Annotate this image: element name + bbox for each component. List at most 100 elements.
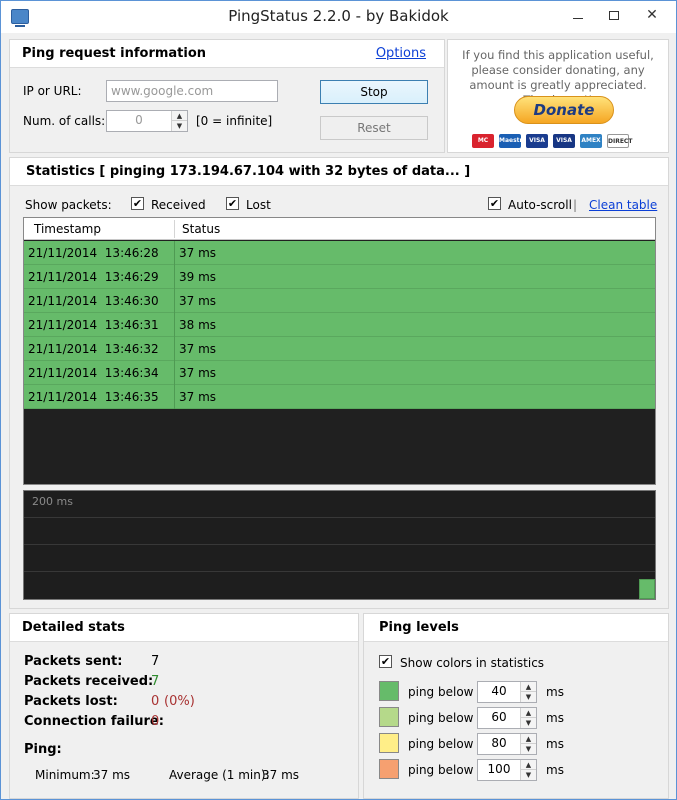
direct-debit-icon: DIRECT — [607, 134, 632, 148]
level-unit: ms — [546, 711, 564, 725]
packets-lost-label: Packets lost: — [24, 694, 118, 709]
packets-received-value: 7 — [151, 674, 160, 689]
row-status: 37 ms — [179, 366, 217, 380]
ip-input[interactable]: www.google.com — [106, 80, 278, 102]
level-value: 60 — [491, 710, 507, 724]
level-value: 100 — [487, 762, 511, 776]
graph-scale-label: 200 ms — [32, 495, 73, 508]
packets-lost-value: 0 — [151, 694, 160, 709]
table-row[interactable]: 21/11/2014 13:46:28 37 ms — [24, 241, 655, 265]
ping-average-label: Average (1 min): — [169, 768, 270, 782]
stop-button[interactable]: Stop — [320, 80, 428, 104]
row-status: 37 ms — [179, 390, 217, 404]
maximize-icon — [609, 10, 619, 20]
level-stepper[interactable]: 100 ▲ ▼ — [477, 759, 537, 781]
graph-bar — [639, 579, 655, 599]
level-stepper[interactable]: 80 ▲ ▼ — [477, 733, 537, 755]
level-below-label: ping below — [408, 685, 474, 699]
ping-request-header: Ping request information Options — [10, 40, 444, 68]
level-stepper[interactable]: 40 ▲ ▼ — [477, 681, 537, 703]
row-separator — [174, 361, 175, 385]
packets-table[interactable]: Timestamp Status 21/11/2014 13:46:28 37 … — [23, 217, 656, 485]
show-colors-checkbox[interactable]: ✔ — [379, 655, 392, 668]
row-separator — [174, 289, 175, 313]
level-value: 40 — [491, 684, 507, 698]
reset-button[interactable]: Reset — [320, 116, 428, 140]
table-row[interactable]: 21/11/2014 13:46:32 37 ms — [24, 337, 655, 361]
calls-value: 0 — [135, 113, 143, 127]
chevron-down-icon[interactable]: ▼ — [521, 718, 536, 728]
close-button[interactable]: ✕ — [629, 1, 675, 29]
options-link[interactable]: Options — [376, 46, 426, 61]
statistics-title: Statistics [ pinging 173.194.67.104 with… — [26, 164, 471, 179]
row-status: 37 ms — [179, 246, 217, 260]
table-row[interactable]: 21/11/2014 13:46:30 37 ms — [24, 289, 655, 313]
level-color-swatch[interactable] — [379, 707, 399, 727]
autoscroll-checkbox[interactable]: ✔ — [488, 197, 501, 210]
chevron-up-icon[interactable]: ▲ — [521, 682, 536, 692]
check-icon: ✔ — [380, 655, 391, 668]
donate-button[interactable]: Donate — [514, 96, 614, 124]
calls-arrows[interactable]: ▲ ▼ — [171, 111, 187, 131]
check-icon: ✔ — [227, 197, 238, 210]
level-stepper[interactable]: 60 ▲ ▼ — [477, 707, 537, 729]
clean-table-link[interactable]: Clean table — [589, 198, 657, 212]
received-checkbox[interactable]: ✔ — [131, 197, 144, 210]
row-timestamp: 21/11/2014 13:46:31 — [28, 318, 159, 332]
level-arrows[interactable]: ▲ ▼ — [520, 734, 536, 754]
table-row[interactable]: 21/11/2014 13:46:34 37 ms — [24, 361, 655, 385]
level-color-swatch[interactable] — [379, 759, 399, 779]
main-window: PingStatus 2.2.0 - by Bakidok ✕ Ping req… — [0, 0, 677, 800]
table-row[interactable]: 21/11/2014 13:46:35 37 ms — [24, 385, 655, 409]
level-unit: ms — [546, 685, 564, 699]
table-row[interactable]: 21/11/2014 13:46:29 39 ms — [24, 265, 655, 289]
chevron-up-icon[interactable]: ▲ — [521, 734, 536, 744]
column-timestamp[interactable]: Timestamp — [34, 222, 101, 236]
row-separator — [174, 313, 175, 337]
row-status: 38 ms — [179, 318, 217, 332]
level-arrows[interactable]: ▲ ▼ — [520, 682, 536, 702]
row-status: 37 ms — [179, 342, 217, 356]
check-icon: ✔ — [489, 197, 500, 210]
chevron-down-icon[interactable]: ▼ — [521, 770, 536, 780]
packets-sent-label: Packets sent: — [24, 654, 123, 669]
title-bar[interactable]: PingStatus 2.2.0 - by Bakidok ✕ — [1, 1, 676, 33]
row-separator — [174, 265, 175, 289]
chevron-down-icon[interactable]: ▼ — [172, 121, 187, 131]
calls-stepper[interactable]: 0 ▲ ▼ — [106, 110, 188, 132]
row-separator — [174, 337, 175, 361]
statistics-header: Statistics [ pinging 173.194.67.104 with… — [10, 158, 668, 186]
ping-section-label: Ping: — [24, 742, 62, 757]
row-separator — [174, 385, 175, 409]
received-checkbox-label: Received — [151, 198, 206, 212]
chevron-down-icon[interactable]: ▼ — [521, 692, 536, 702]
chevron-down-icon[interactable]: ▼ — [521, 744, 536, 754]
row-timestamp: 21/11/2014 13:46:28 — [28, 246, 159, 260]
chevron-up-icon[interactable]: ▲ — [521, 760, 536, 770]
ping-request-title: Ping request information — [22, 46, 207, 61]
ping-request-panel: Ping request information Options IP or U… — [9, 39, 445, 153]
ping-levels-header: Ping levels — [364, 614, 668, 642]
detailed-stats-title: Detailed stats — [22, 620, 125, 635]
calls-hint: [0 = infinite] — [196, 114, 273, 128]
level-arrows[interactable]: ▲ ▼ — [520, 708, 536, 728]
table-row[interactable]: 21/11/2014 13:46:31 38 ms — [24, 313, 655, 337]
level-color-swatch[interactable] — [379, 733, 399, 753]
level-arrows[interactable]: ▲ ▼ — [520, 760, 536, 780]
visa-icon: VISA — [526, 134, 548, 148]
chevron-up-icon[interactable]: ▲ — [521, 708, 536, 718]
ping-minimum-value: 37 ms — [93, 768, 131, 782]
column-status[interactable]: Status — [182, 222, 220, 236]
level-below-label: ping below — [408, 711, 474, 725]
table-header: Timestamp Status — [24, 218, 655, 240]
mastercard-icon: MC — [472, 134, 494, 148]
detailed-stats-header: Detailed stats — [10, 614, 358, 642]
chevron-up-icon[interactable]: ▲ — [172, 111, 187, 121]
minimize-button[interactable] — [561, 1, 595, 29]
row-separator — [174, 241, 175, 265]
minimize-icon — [573, 17, 583, 19]
maximize-button[interactable] — [597, 1, 631, 29]
packets-sent-value: 7 — [151, 654, 160, 669]
lost-checkbox[interactable]: ✔ — [226, 197, 239, 210]
level-color-swatch[interactable] — [379, 681, 399, 701]
